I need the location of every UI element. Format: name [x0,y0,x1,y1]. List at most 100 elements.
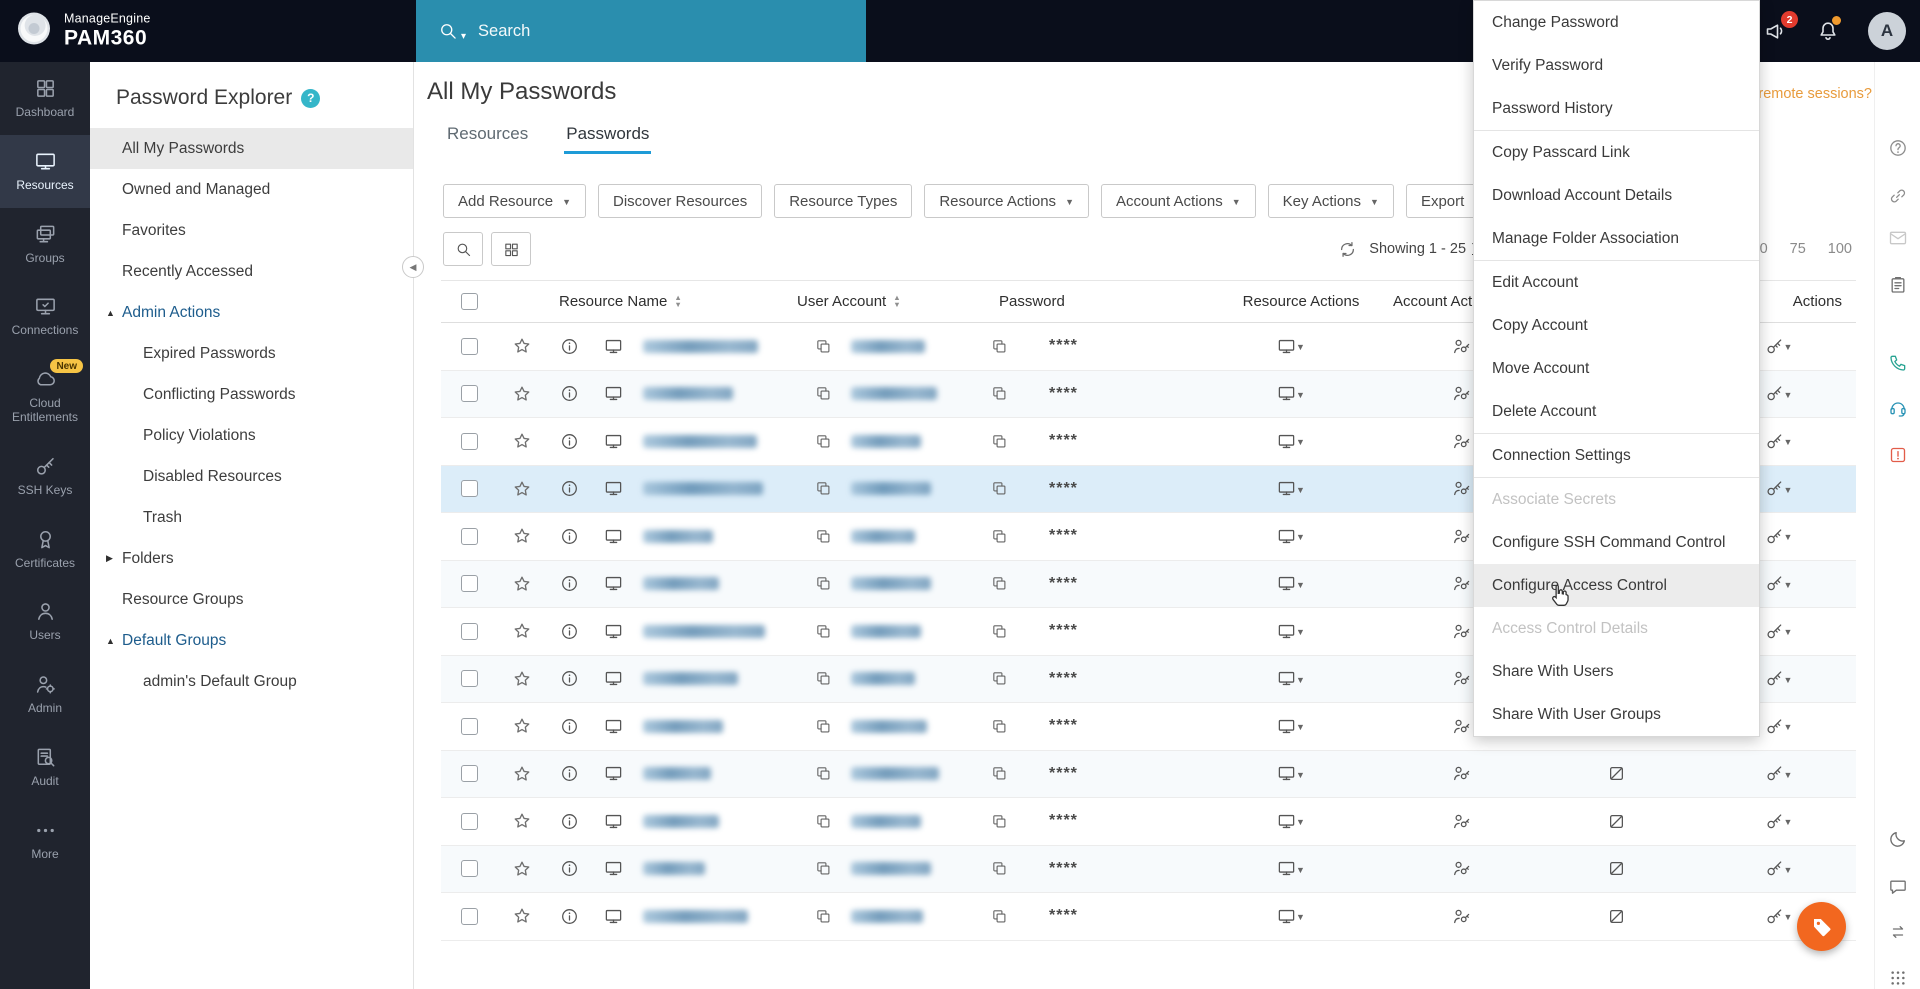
search-scope-caret-icon[interactable]: ▾ [461,31,466,42]
resource-actions-button[interactable]: ▼ [1191,764,1391,783]
phone-icon[interactable] [1888,353,1908,373]
menu-item-delete-account[interactable]: Delete Account [1474,390,1759,433]
info-icon[interactable] [547,574,591,593]
row-checkbox[interactable] [460,432,478,450]
row-checkbox[interactable] [460,765,478,783]
copy-password-icon[interactable] [971,433,1027,450]
resource-actions-button[interactable]: ▼ [1191,432,1391,451]
copy-resource-icon[interactable] [795,908,851,925]
copy-resource-icon[interactable] [795,813,851,830]
row-checkbox[interactable] [460,670,478,688]
global-search[interactable]: ▾ Search [416,0,866,62]
info-icon[interactable] [547,432,591,451]
row-checkbox[interactable] [460,860,478,878]
alert-icon[interactable] [1888,445,1908,465]
account-actions-button[interactable]: Account Actions ▼ [1100,184,1256,218]
explorer-item-resource-groups[interactable]: Resource Groups [90,579,413,620]
row-checkbox[interactable] [460,337,478,355]
copy-password-icon[interactable] [971,338,1027,355]
explorer-item-favorites[interactable]: Favorites [90,210,413,251]
copy-resource-icon[interactable] [795,718,851,735]
menu-item-configure-access-control[interactable]: Configure Access Control [1474,564,1759,607]
dark-mode-icon[interactable] [1888,829,1908,849]
explorer-item-owned-and-managed[interactable]: Owned and Managed [90,169,413,210]
menu-item-manage-folder-association[interactable]: Manage Folder Association [1474,217,1759,260]
copy-password-icon[interactable] [971,670,1027,687]
resource-actions-button[interactable]: ▼ [1191,527,1391,546]
page-size-100[interactable]: 100 [1828,241,1852,257]
resource-actions-button[interactable]: ▼ [1191,812,1391,831]
resource-actions-button[interactable]: ▼ [1191,859,1391,878]
copy-password-icon[interactable] [971,860,1027,877]
menu-item-share-with-user-groups[interactable]: Share With User Groups [1474,693,1759,736]
menu-item-move-account[interactable]: Move Account [1474,347,1759,390]
favorite-star-icon[interactable] [497,431,547,451]
tab-passwords[interactable]: Passwords [564,118,652,154]
menu-item-change-password[interactable]: Change Password [1474,1,1759,44]
explorer-item-recently-accessed[interactable]: Recently Accessed [90,251,413,292]
copy-password-icon[interactable] [971,908,1027,925]
explorer-item-conflicting-passwords[interactable]: Conflicting Passwords [90,374,413,415]
favorite-star-icon[interactable] [497,526,547,546]
favorite-star-icon[interactable] [497,764,547,784]
resource-actions-button[interactable]: ▼ [1191,717,1391,736]
menu-item-verify-password[interactable]: Verify Password [1474,44,1759,87]
explorer-item-admin-s-default-group[interactable]: admin's Default Group [90,661,413,702]
favorite-star-icon[interactable] [497,716,547,736]
copy-password-icon[interactable] [971,718,1027,735]
copy-resource-icon[interactable] [795,433,851,450]
menu-item-configure-ssh-command-control[interactable]: Configure SSH Command Control [1474,521,1759,564]
key-actions-button[interactable]: Key Actions ▼ [1267,184,1394,218]
row-checkbox[interactable] [460,385,478,403]
menu-item-download-account-details[interactable]: Download Account Details [1474,174,1759,217]
row-checkbox[interactable] [460,527,478,545]
explorer-help-icon[interactable]: ? [301,88,321,108]
mail-icon[interactable] [1888,228,1908,248]
account-actions-button[interactable] [1391,907,1531,926]
favorite-star-icon[interactable] [497,384,547,404]
tab-resources[interactable]: Resources [445,118,530,154]
copy-password-icon[interactable] [971,528,1027,545]
explorer-item-all-my-passwords[interactable]: All My Passwords [90,128,413,169]
menu-item-share-with-users[interactable]: Share With Users [1474,650,1759,693]
favorite-star-icon[interactable] [497,574,547,594]
resource-actions-button[interactable]: ▼ [1191,574,1391,593]
discover-resources-button[interactable]: Discover Resources [597,184,763,218]
user-avatar[interactable]: A [1868,12,1906,50]
sidebar-item-more[interactable]: More [0,804,90,877]
help-icon[interactable] [1888,138,1908,158]
info-icon[interactable] [547,337,591,356]
key-actions-button[interactable]: ▼ [1701,812,1856,831]
collapsed-triangle-icon[interactable]: ▶ [106,553,113,564]
resource-actions-button[interactable]: ▼ [1191,384,1391,403]
copy-resource-icon[interactable] [795,480,851,497]
explorer-item-disabled-resources[interactable]: Disabled Resources [90,456,413,497]
resource-actions-button[interactable]: ▼ [1191,622,1391,641]
copy-password-icon[interactable] [971,575,1027,592]
sidebar-item-users[interactable]: Users [0,585,90,658]
apps-icon[interactable] [1888,968,1908,988]
info-icon[interactable] [547,622,591,641]
sidebar-item-admin[interactable]: Admin [0,658,90,731]
column-view-button[interactable] [491,232,531,266]
key-actions-button[interactable]: ▼ [1701,859,1856,878]
explorer-item-admin-actions[interactable]: ▲ Admin Actions [90,292,413,333]
explorer-item-folders[interactable]: ▶ Folders [90,538,413,579]
announcements-icon[interactable]: 2 [1764,11,1798,43]
row-checkbox[interactable] [460,622,478,640]
explorer-item-expired-passwords[interactable]: Expired Passwords [90,333,413,374]
resource-actions-button[interactable]: ▼ [1191,669,1391,688]
account-actions-button[interactable] [1391,764,1531,783]
menu-item-password-history[interactable]: Password History [1474,87,1759,130]
link-icon[interactable] [1888,186,1908,206]
panel-collapse-button[interactable]: ◀ [402,256,424,278]
info-icon[interactable] [547,859,591,878]
sidebar-item-audit[interactable]: Audit [0,731,90,804]
sidebar-item-groups[interactable]: Groups [0,208,90,281]
favorite-star-icon[interactable] [497,621,547,641]
row-checkbox[interactable] [460,812,478,830]
favorite-star-icon[interactable] [497,859,547,879]
sidebar-item-certificates[interactable]: Certificates [0,513,90,586]
info-icon[interactable] [547,812,591,831]
info-icon[interactable] [547,717,591,736]
